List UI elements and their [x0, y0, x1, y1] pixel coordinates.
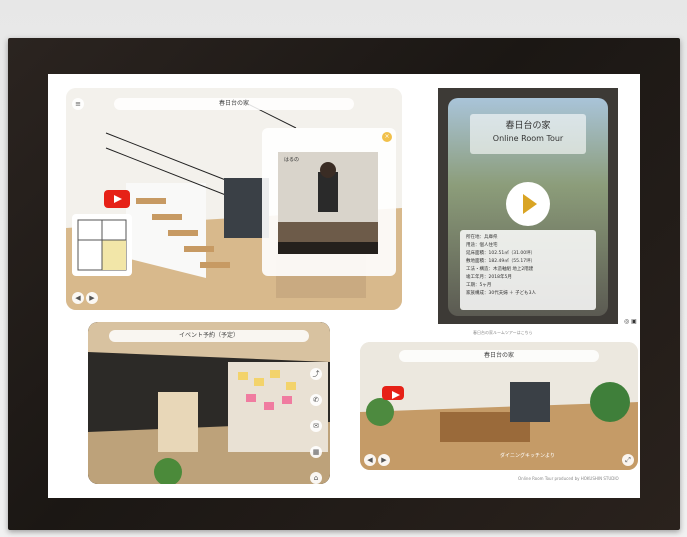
floor-plan-icon	[77, 219, 127, 271]
tour-card-dining[interactable]: 春日台の家 ダイニングキッチンより ◀ ▶ ⤢	[360, 342, 638, 470]
room-tour-poster[interactable]: 春日台の家 Online Room Tour 所在地：兵庫県 用途：個人住宅 延…	[438, 88, 618, 324]
info-line: 竣工年月：2018年5月	[466, 275, 512, 280]
video-still	[278, 152, 378, 254]
poster-info-box: 所在地：兵庫県 用途：個人住宅 延床面積：102.51㎡（31.00坪） 敷地面…	[460, 230, 596, 310]
video-frame[interactable]: はるの	[278, 152, 378, 254]
info-line: 工期：5ヶ月	[466, 283, 492, 288]
tour-d-bottom-label: ダイニングキッチンより	[500, 453, 555, 459]
close-icon[interactable]: ×	[382, 132, 392, 142]
tour-c-title: イベント予約（予定）	[109, 330, 309, 342]
info-line: 家族構成：30代夫婦 ＋ 子ども3人	[466, 291, 536, 296]
poster-caption: 春日台の家ルームツアーはこちら	[473, 330, 533, 335]
nav-left-icon[interactable]: ◀	[72, 292, 84, 304]
poster-title-box: 春日台の家 Online Room Tour	[470, 114, 586, 154]
social-icons[interactable]: ◎ ▣	[624, 318, 637, 325]
tour-card-stairs[interactable]: 春日台の家 ≡ ◀ ▶ はるの ×	[66, 88, 402, 310]
tour-card-office[interactable]: イベント予約（予定） ⤴ ✆ ✉ ▦ ⌂	[88, 322, 330, 484]
info-line: 延床面積：102.51㎡（31.00坪）	[466, 251, 536, 256]
tour-d-title: 春日台の家	[399, 350, 599, 362]
video-channel-label: はるの	[284, 157, 300, 163]
poster-title-en: Online Room Tour	[492, 134, 564, 143]
info-line: 敷地面積：182.49㎡（55.17坪）	[466, 259, 536, 264]
info-line: 所在地：兵庫県	[466, 235, 498, 240]
floor-plan-thumbnail[interactable]	[72, 214, 132, 276]
video-popup[interactable]: はるの ×	[262, 128, 396, 276]
frame-mat: 春日台の家 ≡ ◀ ▶ はるの × 春日台の家 Online Room Tour…	[48, 74, 640, 498]
play-button[interactable]	[506, 182, 550, 226]
info-line: 用途：個人住宅	[466, 243, 498, 248]
poster-inner: 春日台の家 Online Room Tour 所在地：兵庫県 用途：個人住宅 延…	[448, 98, 608, 316]
nav-right-icon[interactable]: ▶	[378, 454, 390, 466]
youtube-icon[interactable]	[382, 386, 404, 400]
tour-a-title: 春日台の家	[114, 98, 354, 110]
phone-icon[interactable]: ✆	[310, 394, 322, 406]
menu-icon[interactable]: ≡	[72, 98, 84, 110]
expand-icon[interactable]: ⤢	[622, 454, 634, 466]
share-icon[interactable]: ⤴	[310, 368, 322, 380]
nav-left-icon[interactable]: ◀	[364, 454, 376, 466]
youtube-icon[interactable]	[104, 190, 130, 208]
office-scene	[88, 322, 330, 484]
play-icon	[523, 194, 537, 214]
nav-right-icon[interactable]: ▶	[86, 292, 98, 304]
info-line: 工法・構造：木造軸組 地上2階建	[466, 267, 534, 272]
dining-footer-caption: Online Room Tour produced by HOKUSHIN ST…	[518, 476, 619, 481]
picture-frame: 春日台の家 ≡ ◀ ▶ はるの × 春日台の家 Online Room Tour…	[8, 38, 680, 530]
calendar-icon[interactable]: ▦	[310, 446, 322, 458]
mail-icon[interactable]: ✉	[310, 420, 322, 432]
poster-title-jp: 春日台の家	[505, 121, 551, 131]
home-icon[interactable]: ⌂	[310, 472, 322, 484]
